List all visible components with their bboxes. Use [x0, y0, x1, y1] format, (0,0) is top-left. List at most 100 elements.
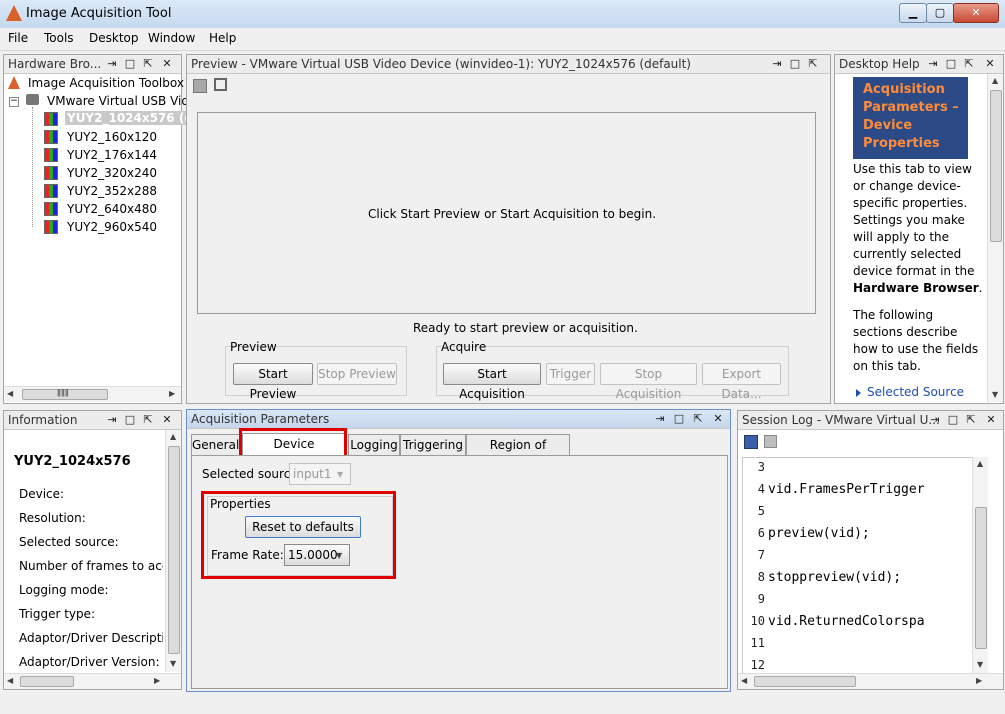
start-preview-button[interactable]: Start Preview — [233, 363, 313, 401]
close-icon[interactable]: ✕ — [161, 413, 173, 426]
stop-preview-button[interactable]: Stop Preview — [317, 363, 397, 385]
log-line: 11 — [743, 636, 768, 656]
tab-triggering[interactable]: Triggering — [400, 434, 466, 455]
menu-help[interactable]: Help — [209, 31, 236, 45]
maximize-icon[interactable]: □ — [124, 57, 136, 70]
scroll-thumb[interactable] — [754, 676, 856, 687]
pin-icon[interactable]: ⇱ — [963, 57, 975, 70]
close-icon[interactable]: ✕ — [161, 57, 173, 70]
tab-region-of-interest[interactable]: Region of Interest — [466, 434, 570, 472]
tree-format[interactable]: YUY2_160x120 — [67, 130, 157, 144]
tab-logging[interactable]: Logging — [348, 434, 400, 455]
close-window-button[interactable]: ✕ — [953, 3, 999, 23]
log-editor[interactable]: 3 4 vid.FramesPerTrigger 5 6 preview(vid); 7 8 s… — [742, 457, 987, 675]
scroll-up-icon[interactable]: ▲ — [977, 459, 983, 468]
help-text: on this tab. — [853, 359, 921, 373]
tree-device[interactable]: VMware Virtual USB Vide — [47, 94, 196, 108]
tree-format[interactable]: YUY2_640x480 — [67, 202, 157, 216]
line-number: 6 — [757, 526, 765, 540]
horizontal-scrollbar[interactable]: ◀ ▶ — [738, 673, 1003, 689]
tab-general[interactable]: General — [191, 434, 240, 455]
minimize-button[interactable]: ▁ — [899, 3, 927, 23]
selected-source-select[interactable]: input1 ▼ — [289, 463, 351, 485]
pin-icon[interactable]: ⇱ — [142, 413, 154, 426]
scroll-up-icon[interactable]: ▲ — [170, 432, 176, 441]
help-heading-line: Properties — [863, 136, 940, 151]
close-icon[interactable]: ✕ — [712, 412, 724, 425]
info-vertical-scrollbar[interactable]: ▲ ▼ — [165, 430, 181, 672]
menu-tools[interactable]: Tools — [44, 31, 74, 45]
scroll-thumb[interactable] — [990, 90, 1002, 242]
maximize-icon[interactable]: □ — [789, 57, 801, 70]
export-data-button[interactable]: Export Data... — [702, 363, 781, 401]
maximize-icon[interactable]: □ — [945, 57, 957, 70]
stop-acquisition-button[interactable]: Stop Acquisition — [600, 363, 697, 401]
desktop-help-header: Desktop Help ⇥ □ ⇱ ✕ — [835, 55, 1003, 74]
horizontal-scrollbar[interactable]: ◀ ▶ — [4, 673, 181, 689]
pin-icon[interactable]: ⇱ — [807, 57, 819, 70]
help-text: will apply to the — [853, 230, 950, 244]
acquisition-parameters-panel: Acquisition Parameters ⇥ □ ⇱ ✕ General D… — [186, 409, 731, 692]
preview-panel: Preview - VMware Virtual USB Video Devic… — [186, 54, 831, 404]
scroll-right-icon[interactable]: ▶ — [154, 676, 160, 685]
horizontal-scrollbar[interactable]: ◀ ǁǁǁ ▶ — [4, 386, 181, 402]
scroll-left-icon[interactable]: ◀ — [741, 676, 747, 685]
scroll-left-icon[interactable]: ◀ — [7, 676, 13, 685]
preview-display: Click Start Preview or Start Acquisition… — [197, 112, 816, 314]
collapse-icon[interactable]: − — [9, 97, 19, 107]
acquisition-parameters-header: Acquisition Parameters ⇥ □ ⇱ ✕ — [187, 410, 730, 429]
log-line: 10 vid.ReturnedColorspa — [743, 614, 925, 634]
scroll-down-icon[interactable]: ▼ — [992, 390, 998, 399]
copy-icon[interactable] — [764, 435, 777, 448]
scroll-up-icon[interactable]: ▲ — [992, 76, 998, 85]
save-icon[interactable] — [744, 435, 758, 449]
undock-icon[interactable]: ⇥ — [106, 413, 118, 426]
tree-format-selected[interactable]: YUY2_1024x576 (de — [65, 111, 204, 125]
selected-source-link[interactable]: Selected Source — [867, 385, 964, 399]
expand-icon[interactable] — [214, 78, 227, 91]
start-acquisition-button[interactable]: Start Acquisition — [443, 363, 541, 401]
scroll-thumb[interactable] — [975, 507, 987, 649]
scroll-down-icon[interactable]: ▼ — [977, 660, 983, 669]
scroll-thumb[interactable] — [168, 446, 180, 654]
info-format-name: YUY2_1024x576 — [14, 454, 131, 469]
scroll-down-icon[interactable]: ▼ — [170, 659, 176, 668]
pin-icon[interactable]: ⇱ — [965, 413, 977, 426]
pin-icon[interactable]: ⇱ — [142, 57, 154, 70]
fit-window-icon[interactable] — [193, 79, 207, 93]
tree-format[interactable]: YUY2_176x144 — [67, 148, 157, 162]
scroll-thumb[interactable] — [20, 676, 74, 687]
log-line: 7 — [743, 548, 768, 568]
trigger-button[interactable]: Trigger — [546, 363, 595, 385]
tree-root[interactable]: Image Acquisition Toolbox — [28, 76, 184, 90]
menu-file[interactable]: File — [8, 31, 28, 45]
info-field: Selected source: — [19, 535, 119, 549]
help-bold-term: Hardware Browser — [853, 281, 979, 295]
undock-icon[interactable]: ⇥ — [106, 57, 118, 70]
pin-icon[interactable]: ⇱ — [692, 412, 704, 425]
close-icon[interactable]: ✕ — [984, 57, 996, 70]
tree-format[interactable]: YUY2_960x540 — [67, 220, 157, 234]
undock-icon[interactable]: ⇥ — [771, 57, 783, 70]
tree-format[interactable]: YUY2_320x240 — [67, 166, 157, 180]
help-vertical-scrollbar[interactable]: ▲ ▼ — [987, 74, 1003, 402]
menu-desktop[interactable]: Desktop — [89, 31, 139, 45]
undock-icon[interactable]: ⇥ — [654, 412, 666, 425]
preview-status: Ready to start preview or acquisition. — [413, 321, 638, 335]
scroll-right-icon[interactable]: ▶ — [169, 389, 175, 398]
preview-title: Preview - VMware Virtual USB Video Devic… — [191, 57, 691, 71]
scroll-right-icon[interactable]: ▶ — [976, 676, 982, 685]
undock-icon[interactable]: ⇥ — [929, 413, 941, 426]
menu-window[interactable]: Window — [148, 31, 195, 45]
maximize-icon[interactable]: □ — [947, 413, 959, 426]
maximize-icon[interactable]: □ — [673, 412, 685, 425]
log-vertical-scrollbar[interactable]: ▲ ▼ — [972, 457, 988, 673]
hardware-browser-title: Hardware Bro... — [8, 57, 102, 71]
scroll-left-icon[interactable]: ◀ — [7, 389, 13, 398]
maximize-button[interactable]: ▢ — [926, 3, 954, 23]
undock-icon[interactable]: ⇥ — [927, 57, 939, 70]
tree-format[interactable]: YUY2_352x288 — [67, 184, 157, 198]
close-icon[interactable]: ✕ — [985, 413, 997, 426]
line-code: vid.FramesPerTrigger — [768, 482, 925, 497]
maximize-icon[interactable]: □ — [124, 413, 136, 426]
